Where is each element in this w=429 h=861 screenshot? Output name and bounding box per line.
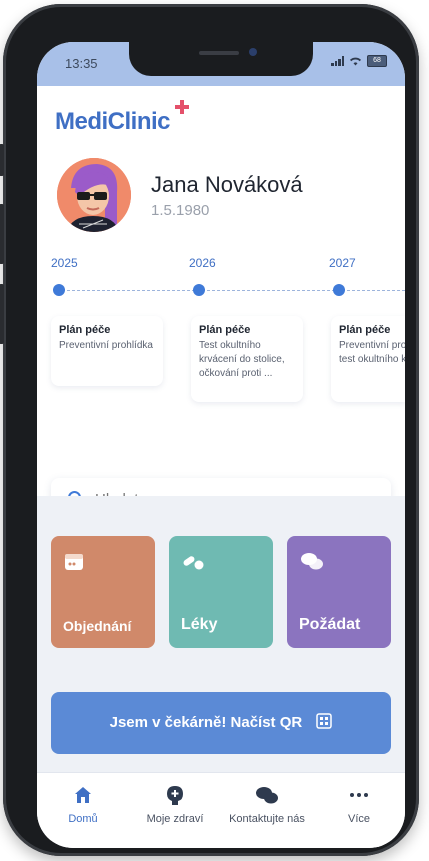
notch	[129, 42, 313, 76]
status-time: 13:35	[65, 56, 98, 71]
chat-icon	[256, 787, 278, 804]
volume-up-button	[0, 204, 4, 264]
timeline-dot[interactable]	[333, 284, 345, 296]
home-icon	[75, 787, 91, 803]
tab-kontaktujte-nas[interactable]: Kontaktujte nás	[221, 783, 313, 825]
avatar-illustration	[57, 158, 131, 232]
volume-down-button	[0, 284, 4, 344]
phone-frame: 13:35 68 MediClinic Jana Nováková 1.5.19…	[0, 4, 419, 856]
scan-qr-label: Jsem v čekárně! Načíst QR	[51, 713, 391, 731]
chat-icon	[301, 553, 323, 570]
timeline-dot[interactable]	[193, 284, 205, 296]
signal-icon	[331, 56, 344, 66]
logo-cross-icon	[175, 100, 189, 114]
patient-name: Jana Nováková	[151, 172, 303, 197]
quick-actions-section: Objednání Léky Požádat Jsem v čekárně! N…	[37, 496, 405, 772]
patient-birth-date: 1.5.1980	[151, 202, 210, 219]
care-plan-card[interactable]: Plán péče Preventivní prohlídka	[51, 316, 163, 386]
timeline-line	[57, 290, 405, 291]
tab-vice[interactable]: Více	[313, 783, 405, 825]
care-plan-card[interactable]: Plán péče Test okultního krvácení do sto…	[191, 316, 303, 402]
care-plan-card-title: Plán péče	[339, 324, 391, 336]
care-plan-card-title: Plán péče	[59, 324, 111, 336]
care-plan-timeline[interactable]: 2025 2026 2027 Plán péče Preventivní pro…	[37, 246, 405, 506]
tile-label: Objednání	[63, 618, 132, 634]
timeline-year: 2025	[51, 256, 78, 270]
care-plan-card-text: Preventivní prohlídka	[59, 340, 153, 351]
speaker	[199, 51, 239, 55]
mute-switch	[0, 144, 4, 176]
care-plan-card-title: Plán péče	[199, 324, 251, 336]
wifi-icon	[350, 57, 361, 66]
health-icon	[167, 786, 183, 805]
tile-objednani[interactable]: Objednání	[51, 536, 155, 648]
tab-domu[interactable]: Domů	[37, 783, 129, 825]
bottom-tab-bar: Domů Moje zdraví Kontaktujte nás Více	[37, 772, 405, 848]
care-plan-card[interactable]: Plán péče Preventivní prohlídka, test ok…	[331, 316, 405, 402]
status-icons: 68	[331, 55, 387, 67]
timeline-year: 2027	[329, 256, 356, 270]
status-bar: 13:35 68	[37, 42, 405, 86]
tab-label: Domů	[68, 813, 98, 825]
avatar[interactable]	[57, 158, 131, 232]
timeline-dot[interactable]	[53, 284, 65, 296]
battery-icon: 68	[367, 55, 387, 67]
scan-qr-button[interactable]: Jsem v čekárně! Načíst QR	[51, 692, 391, 754]
care-plan-card-text: Preventivní prohlídka, test okultního kr…	[339, 340, 405, 365]
scan-qr-text: Jsem v čekárně! Načíst QR	[109, 714, 303, 731]
pills-icon	[183, 556, 204, 570]
calendar-icon	[65, 554, 83, 570]
tab-label: Více	[347, 813, 370, 825]
phone-screen: 13:35 68 MediClinic Jana Nováková 1.5.19…	[37, 42, 405, 848]
front-camera	[249, 48, 257, 56]
app-logo: MediClinic	[55, 108, 171, 135]
care-plan-card-text: Test okultního krvácení do stolice, očko…	[199, 340, 285, 379]
tile-pozadat[interactable]: Požádat	[287, 536, 391, 648]
tab-label: Moje zdraví	[146, 813, 204, 825]
more-icon	[350, 793, 368, 797]
tile-label: Léky	[181, 616, 218, 633]
qr-code-icon	[316, 713, 333, 729]
tab-moje-zdravi[interactable]: Moje zdraví	[129, 783, 221, 825]
timeline-year: 2026	[189, 256, 216, 270]
tile-label: Požádat	[299, 616, 361, 633]
tile-leky[interactable]: Léky	[169, 536, 273, 648]
tab-label: Kontaktujte nás	[229, 813, 305, 825]
